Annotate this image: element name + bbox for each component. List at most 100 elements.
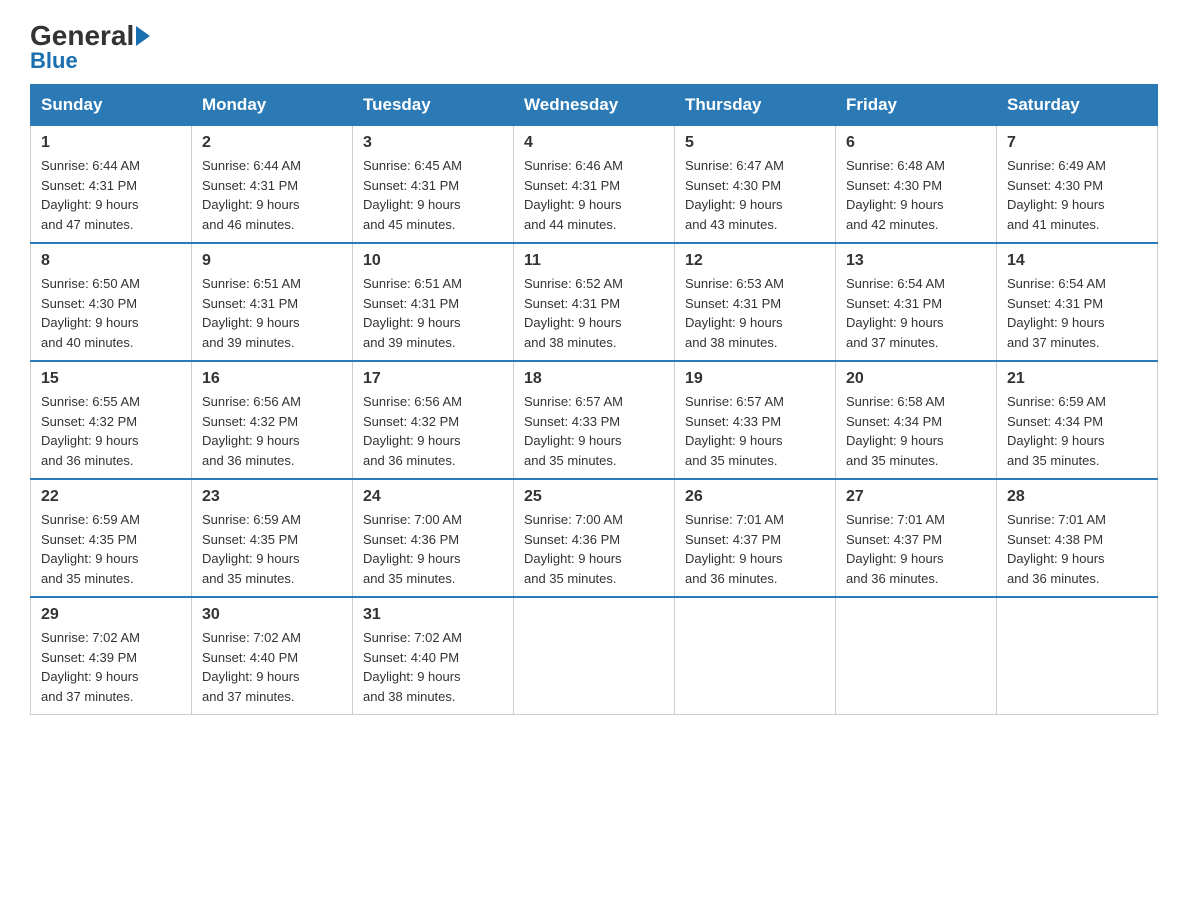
day-cell: 22 Sunrise: 6:59 AMSunset: 4:35 PMDayligh…	[31, 479, 192, 597]
day-cell: 16 Sunrise: 6:56 AMSunset: 4:32 PMDayligh…	[192, 361, 353, 479]
empty-day-cell	[997, 597, 1158, 715]
day-info: Sunrise: 6:49 AMSunset: 4:30 PMDaylight:…	[1007, 156, 1147, 234]
day-info: Sunrise: 7:01 AMSunset: 4:38 PMDaylight:…	[1007, 510, 1147, 588]
day-cell: 7 Sunrise: 6:49 AMSunset: 4:30 PMDaylight…	[997, 126, 1158, 244]
day-number: 24	[363, 488, 503, 506]
calendar-table: SundayMondayTuesdayWednesdayThursdayFrid…	[30, 84, 1158, 715]
column-header-wednesday: Wednesday	[514, 85, 675, 126]
day-info: Sunrise: 6:46 AMSunset: 4:31 PMDaylight:…	[524, 156, 664, 234]
day-cell: 5 Sunrise: 6:47 AMSunset: 4:30 PMDaylight…	[675, 126, 836, 244]
day-cell: 24 Sunrise: 7:00 AMSunset: 4:36 PMDayligh…	[353, 479, 514, 597]
column-header-saturday: Saturday	[997, 85, 1158, 126]
day-number: 29	[41, 606, 181, 624]
day-cell: 8Sunrise: 6:50 AMSunset: 4:30 PMDaylight…	[31, 243, 192, 361]
column-header-friday: Friday	[836, 85, 997, 126]
day-number: 30	[202, 606, 342, 624]
day-number: 25	[524, 488, 664, 506]
day-info: Sunrise: 7:02 AMSunset: 4:40 PMDaylight:…	[202, 628, 342, 706]
day-cell: 2Sunrise: 6:44 AMSunset: 4:31 PMDaylight…	[192, 126, 353, 244]
day-number: 6	[846, 134, 986, 152]
column-header-sunday: Sunday	[31, 85, 192, 126]
day-cell: 28 Sunrise: 7:01 AMSunset: 4:38 PMDayligh…	[997, 479, 1158, 597]
day-info: Sunrise: 6:59 AMSunset: 4:35 PMDaylight:…	[41, 510, 181, 588]
day-cell: 26Sunrise: 7:01 AMSunset: 4:37 PMDayligh…	[675, 479, 836, 597]
day-cell: 9 Sunrise: 6:51 AMSunset: 4:31 PMDaylight…	[192, 243, 353, 361]
day-cell: 17Sunrise: 6:56 AMSunset: 4:32 PMDayligh…	[353, 361, 514, 479]
day-number: 14	[1007, 252, 1147, 270]
empty-day-cell	[675, 597, 836, 715]
day-cell: 25 Sunrise: 7:00 AMSunset: 4:36 PMDayligh…	[514, 479, 675, 597]
calendar-week-row: 22 Sunrise: 6:59 AMSunset: 4:35 PMDayligh…	[31, 479, 1158, 597]
day-info: Sunrise: 6:51 AMSunset: 4:31 PMDaylight:…	[202, 274, 342, 352]
day-info: Sunrise: 6:54 AMSunset: 4:31 PMDaylight:…	[846, 274, 986, 352]
day-info: Sunrise: 7:02 AMSunset: 4:39 PMDaylight:…	[41, 628, 181, 706]
day-number: 11	[524, 252, 664, 270]
day-info: Sunrise: 6:59 AMSunset: 4:34 PMDaylight:…	[1007, 392, 1147, 470]
day-info: Sunrise: 6:47 AMSunset: 4:30 PMDaylight:…	[685, 156, 825, 234]
day-number: 16	[202, 370, 342, 388]
day-number: 18	[524, 370, 664, 388]
day-info: Sunrise: 6:54 AMSunset: 4:31 PMDaylight:…	[1007, 274, 1147, 352]
day-number: 31	[363, 606, 503, 624]
day-number: 19	[685, 370, 825, 388]
day-cell: 3Sunrise: 6:45 AMSunset: 4:31 PMDaylight…	[353, 126, 514, 244]
day-number: 28	[1007, 488, 1147, 506]
day-number: 13	[846, 252, 986, 270]
day-info: Sunrise: 7:02 AMSunset: 4:40 PMDaylight:…	[363, 628, 503, 706]
day-cell: 19 Sunrise: 6:57 AMSunset: 4:33 PMDayligh…	[675, 361, 836, 479]
day-cell: 30 Sunrise: 7:02 AMSunset: 4:40 PMDayligh…	[192, 597, 353, 715]
day-number: 7	[1007, 134, 1147, 152]
day-info: Sunrise: 6:57 AMSunset: 4:33 PMDaylight:…	[685, 392, 825, 470]
logo: General Blue	[30, 20, 152, 74]
day-number: 10	[363, 252, 503, 270]
day-number: 20	[846, 370, 986, 388]
day-number: 5	[685, 134, 825, 152]
logo-blue-text: Blue	[30, 48, 78, 74]
day-info: Sunrise: 6:50 AMSunset: 4:30 PMDaylight:…	[41, 274, 181, 352]
day-cell: 1 Sunrise: 6:44 AMSunset: 4:31 PMDaylight…	[31, 126, 192, 244]
page-header: General Blue	[30, 20, 1158, 74]
day-cell: 6Sunrise: 6:48 AMSunset: 4:30 PMDaylight…	[836, 126, 997, 244]
column-header-tuesday: Tuesday	[353, 85, 514, 126]
day-info: Sunrise: 7:01 AMSunset: 4:37 PMDaylight:…	[846, 510, 986, 588]
day-number: 23	[202, 488, 342, 506]
day-cell: 11 Sunrise: 6:52 AMSunset: 4:31 PMDayligh…	[514, 243, 675, 361]
calendar-header-row: SundayMondayTuesdayWednesdayThursdayFrid…	[31, 85, 1158, 126]
day-info: Sunrise: 6:56 AMSunset: 4:32 PMDaylight:…	[202, 392, 342, 470]
day-info: Sunrise: 6:44 AMSunset: 4:31 PMDaylight:…	[202, 156, 342, 234]
calendar-week-row: 29 Sunrise: 7:02 AMSunset: 4:39 PMDayligh…	[31, 597, 1158, 715]
day-cell: 27 Sunrise: 7:01 AMSunset: 4:37 PMDayligh…	[836, 479, 997, 597]
day-number: 12	[685, 252, 825, 270]
day-cell: 10Sunrise: 6:51 AMSunset: 4:31 PMDayligh…	[353, 243, 514, 361]
day-info: Sunrise: 7:00 AMSunset: 4:36 PMDaylight:…	[363, 510, 503, 588]
day-info: Sunrise: 6:55 AMSunset: 4:32 PMDaylight:…	[41, 392, 181, 470]
day-number: 22	[41, 488, 181, 506]
calendar-week-row: 1 Sunrise: 6:44 AMSunset: 4:31 PMDaylight…	[31, 126, 1158, 244]
day-cell: 21 Sunrise: 6:59 AMSunset: 4:34 PMDayligh…	[997, 361, 1158, 479]
day-number: 15	[41, 370, 181, 388]
calendar-week-row: 15 Sunrise: 6:55 AMSunset: 4:32 PMDayligh…	[31, 361, 1158, 479]
day-cell: 4 Sunrise: 6:46 AMSunset: 4:31 PMDaylight…	[514, 126, 675, 244]
day-cell: 31 Sunrise: 7:02 AMSunset: 4:40 PMDayligh…	[353, 597, 514, 715]
day-cell: 23Sunrise: 6:59 AMSunset: 4:35 PMDayligh…	[192, 479, 353, 597]
logo-arrow-icon	[136, 26, 150, 46]
day-number: 4	[524, 134, 664, 152]
column-header-monday: Monday	[192, 85, 353, 126]
day-number: 17	[363, 370, 503, 388]
day-info: Sunrise: 7:00 AMSunset: 4:36 PMDaylight:…	[524, 510, 664, 588]
day-info: Sunrise: 7:01 AMSunset: 4:37 PMDaylight:…	[685, 510, 825, 588]
day-number: 9	[202, 252, 342, 270]
day-cell: 13 Sunrise: 6:54 AMSunset: 4:31 PMDayligh…	[836, 243, 997, 361]
day-info: Sunrise: 6:52 AMSunset: 4:31 PMDaylight:…	[524, 274, 664, 352]
day-number: 21	[1007, 370, 1147, 388]
day-info: Sunrise: 6:53 AMSunset: 4:31 PMDaylight:…	[685, 274, 825, 352]
empty-day-cell	[514, 597, 675, 715]
day-cell: 15 Sunrise: 6:55 AMSunset: 4:32 PMDayligh…	[31, 361, 192, 479]
day-number: 27	[846, 488, 986, 506]
day-number: 1	[41, 134, 181, 152]
day-info: Sunrise: 6:44 AMSunset: 4:31 PMDaylight:…	[41, 156, 181, 234]
calendar-week-row: 8Sunrise: 6:50 AMSunset: 4:30 PMDaylight…	[31, 243, 1158, 361]
day-cell: 29 Sunrise: 7:02 AMSunset: 4:39 PMDayligh…	[31, 597, 192, 715]
day-info: Sunrise: 6:57 AMSunset: 4:33 PMDaylight:…	[524, 392, 664, 470]
empty-day-cell	[836, 597, 997, 715]
